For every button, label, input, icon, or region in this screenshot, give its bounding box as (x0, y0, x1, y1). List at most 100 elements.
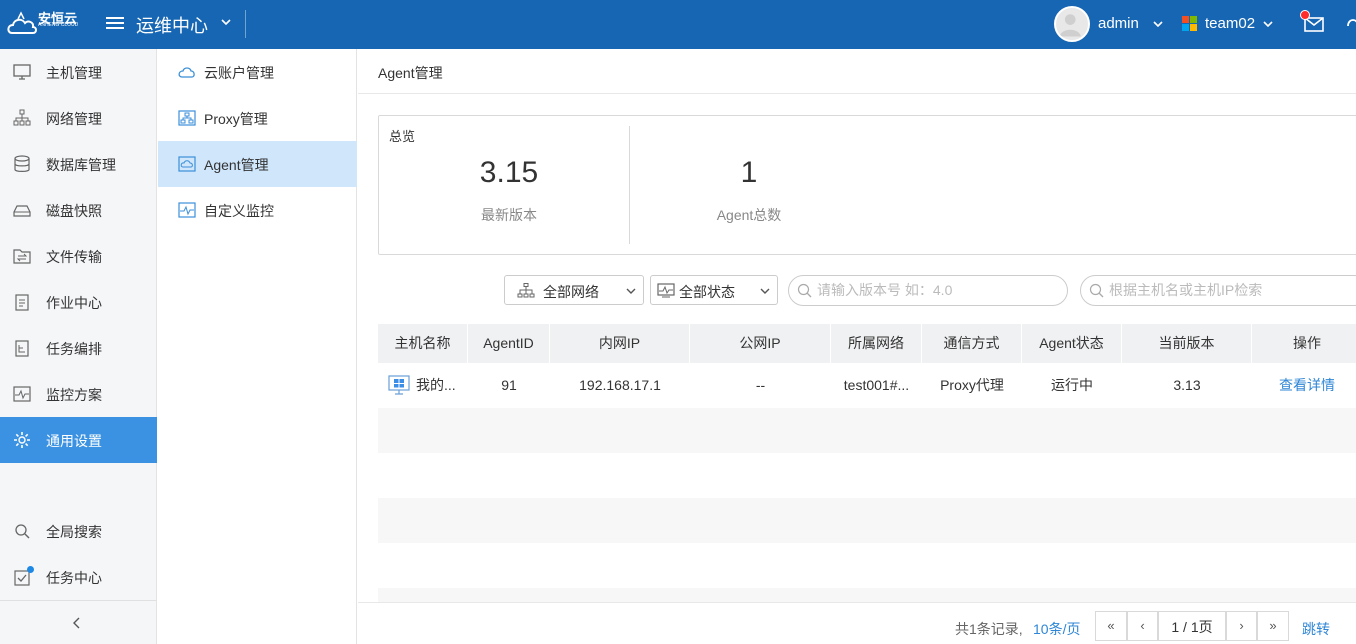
chevron-down-icon (626, 288, 636, 294)
search-icon (15, 524, 30, 539)
column-header-host: 主机名称 (378, 324, 468, 363)
subnav-item-agent[interactable]: Agent管理 (158, 141, 357, 187)
subnav-item-label: Proxy管理 (204, 111, 268, 127)
sidebar-item-global-search[interactable]: 全局搜索 (0, 508, 157, 554)
last-page-button[interactable]: » (1257, 611, 1289, 641)
search-icon (1089, 283, 1104, 298)
status-filter-select[interactable]: 全部状态 (650, 275, 778, 305)
current-page: 1 / 1页 (1158, 611, 1226, 641)
view-details-link[interactable]: 查看详情 (1252, 363, 1356, 408)
user-chevron-down-icon[interactable] (1152, 18, 1164, 30)
host-search (1080, 275, 1356, 306)
first-page-button[interactable]: « (1095, 611, 1127, 641)
chevron-down-icon (760, 288, 770, 294)
column-header-agent-id: AgentID (468, 324, 550, 363)
column-header-action: 操作 (1293, 335, 1321, 351)
search-icon (797, 283, 812, 298)
subnav-item-label: 云账户管理 (204, 65, 274, 81)
headset-icon[interactable] (1346, 14, 1356, 34)
sidebar-item-label: 数据库管理 (46, 157, 116, 173)
sidebar-item-job-center[interactable]: 作业中心 (0, 279, 157, 325)
version-search-input[interactable] (817, 282, 1067, 298)
top-bar: 安恒云 ANHENG CLOUD 运维中心 admin team02 (0, 0, 1356, 49)
custom-monitor-icon (178, 202, 196, 218)
database-icon (14, 155, 30, 172)
subnav-item-cloud-account[interactable]: 云账户管理 (158, 49, 357, 95)
subnav-item-custom-monitor[interactable]: 自定义监控 (158, 187, 357, 233)
avatar[interactable] (1054, 6, 1090, 42)
logo-subtext: ANHENG CLOUD (38, 22, 79, 28)
network-filter-value: 全部网络 (543, 284, 599, 300)
sidebar-item-database[interactable]: 数据库管理 (0, 141, 157, 187)
network-filter-select[interactable]: 全部网络 (504, 275, 644, 305)
table-row-empty (378, 588, 1356, 602)
next-page-button[interactable]: › (1226, 611, 1257, 641)
sidebar-item-label: 全局搜索 (46, 524, 102, 540)
table-row-empty (378, 543, 1356, 588)
sidebar-item-task-orchestration[interactable]: 任务编排 (0, 325, 157, 371)
sidebar-item-general-settings[interactable]: 通用设置 (0, 417, 157, 463)
status-monitor-icon (657, 283, 675, 298)
column-header-status: Agent状态 (1022, 324, 1122, 363)
agent-icon (178, 156, 196, 172)
task-flow-icon (15, 340, 29, 357)
prev-page-button[interactable]: ‹ (1127, 611, 1158, 641)
table-row-empty (378, 498, 1356, 543)
sidebar-item-label: 磁盘快照 (46, 203, 102, 219)
header-divider (245, 10, 246, 38)
file-transfer-icon (13, 249, 31, 264)
overview-label: 总览 (389, 129, 416, 144)
sidebar: 主机管理 网络管理 数据库管理 磁盘快照 文件传输 作业中心 任务编排 监控方案… (0, 49, 157, 644)
sidebar-item-host[interactable]: 主机管理 (0, 49, 157, 95)
sidebar-item-label: 作业中心 (46, 295, 102, 311)
chevron-down-icon[interactable] (220, 16, 232, 28)
collapse-sidebar-icon[interactable] (70, 616, 84, 630)
column-header-network: 所属网络 (831, 324, 922, 363)
sidebar-item-file-transfer[interactable]: 文件传输 (0, 233, 157, 279)
sidebar-item-label: 主机管理 (46, 65, 102, 81)
app-title[interactable]: 运维中心 (136, 12, 208, 38)
sidebar-item-label: 文件传输 (46, 249, 102, 265)
jump-button[interactable]: 跳转 (1302, 619, 1330, 639)
hamburger-menu-icon[interactable] (106, 14, 124, 32)
sidebar-item-task-center[interactable]: 任务中心 (0, 554, 157, 600)
cell-private-ip: 192.168.17.1 (579, 377, 661, 393)
host-search-input[interactable] (1109, 282, 1356, 298)
sidebar-item-network[interactable]: 网络管理 (0, 95, 157, 141)
table-row-empty (378, 453, 1356, 498)
title-divider (358, 93, 1356, 94)
overview-divider (629, 126, 630, 244)
version-search (788, 275, 1068, 306)
windows-host-icon (388, 375, 410, 395)
latest-version-caption: 最新版本 (481, 207, 537, 223)
network-icon (517, 283, 535, 298)
pagination-total: 共1条记录, (955, 621, 1023, 637)
cell-host: 我的... (416, 377, 456, 393)
cloud-icon (178, 67, 195, 78)
disk-icon (13, 205, 31, 217)
overview-panel: 总览 3.15 最新版本 1 Agent总数 (378, 115, 1356, 255)
cell-agent-id: 91 (501, 377, 517, 393)
subnav-item-label: Agent管理 (204, 157, 269, 173)
team-windows-icon (1182, 16, 1198, 32)
sidebar-item-label: 监控方案 (46, 387, 102, 403)
page-size-select[interactable]: 10条/页 (1033, 619, 1080, 639)
sidebar-item-label: 任务中心 (46, 570, 102, 586)
subnav-item-label: 自定义监控 (204, 203, 274, 219)
team-name[interactable]: team02 (1205, 15, 1255, 32)
table-header: 主机名称 AgentID 内网IP 公网IP 所属网络 通信方式 Agent状态… (378, 324, 1356, 363)
sidebar-item-disk-snapshot[interactable]: 磁盘快照 (0, 187, 157, 233)
sidebar-divider (0, 600, 157, 601)
column-header-private-ip: 内网IP (550, 324, 690, 363)
subnav-item-proxy[interactable]: Proxy管理 (158, 95, 357, 141)
column-header-version: 当前版本 (1122, 324, 1252, 363)
sidebar-item-label: 通用设置 (46, 433, 102, 449)
team-chevron-down-icon[interactable] (1262, 18, 1274, 30)
latest-version-value: 3.15 (479, 156, 539, 189)
user-name[interactable]: admin (1098, 15, 1139, 32)
network-icon (13, 109, 31, 126)
cell-comm: Proxy代理 (940, 377, 1004, 393)
status-filter-value: 全部状态 (679, 284, 735, 300)
cell-version: 3.13 (1173, 377, 1201, 393)
sidebar-item-monitor-plan[interactable]: 监控方案 (0, 371, 157, 417)
